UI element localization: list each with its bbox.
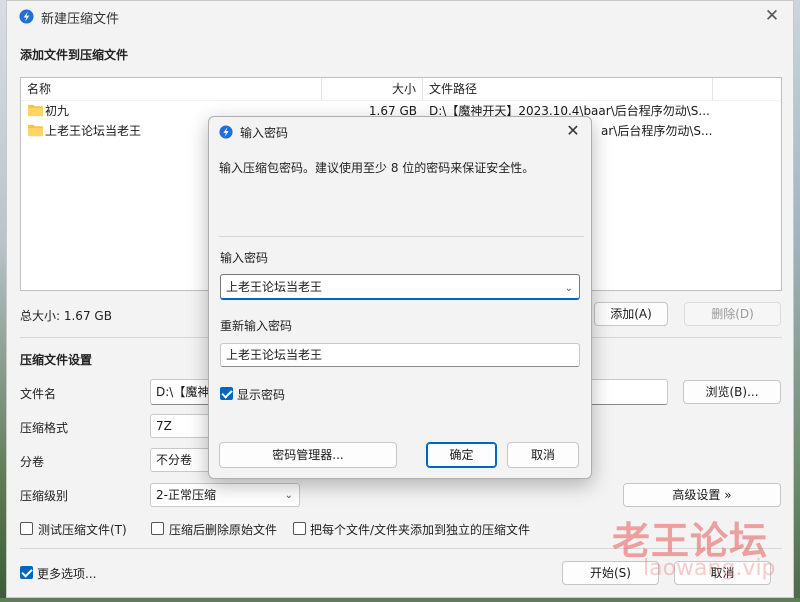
test-archive-label: 测试压缩文件(T) bbox=[38, 523, 127, 537]
volume-select[interactable]: 不分卷 bbox=[150, 448, 210, 472]
total-size: 总大小: 1.67 GB bbox=[20, 309, 112, 323]
volume-label: 分卷 bbox=[20, 455, 45, 469]
dialog-cancel-button[interactable]: 取消 bbox=[507, 442, 579, 468]
browse-button[interactable]: 浏览(B)... bbox=[683, 380, 781, 404]
bandizip-app-icon bbox=[219, 125, 233, 139]
password-label: 输入密码 bbox=[220, 251, 269, 265]
more-options-checkbox[interactable] bbox=[20, 566, 33, 579]
add-button[interactable]: 添加(A) bbox=[594, 302, 668, 326]
folder-icon bbox=[28, 124, 43, 137]
format-value: 7Z bbox=[156, 419, 172, 433]
password-value: 上老王论坛当老王 bbox=[226, 280, 323, 294]
volume-value: 不分卷 bbox=[156, 453, 193, 467]
level-value: 2-正常压缩 bbox=[156, 488, 216, 502]
format-select[interactable]: 7Z bbox=[150, 414, 210, 438]
more-options-label: 更多选项... bbox=[37, 567, 97, 581]
show-password-checkbox[interactable] bbox=[220, 387, 233, 400]
folder-icon bbox=[28, 104, 43, 117]
separate-archives-label: 把每个文件/文件夹添加到独立的压缩文件 bbox=[310, 523, 531, 537]
dialog-title: 输入密码 bbox=[240, 126, 289, 140]
bandizip-app-icon bbox=[19, 9, 34, 24]
filename-label: 文件名 bbox=[20, 387, 57, 401]
password-manager-button[interactable]: 密码管理器... bbox=[219, 442, 397, 468]
level-select[interactable]: 2-正常压缩 ⌄ bbox=[150, 483, 300, 507]
desktop-background-bottom bbox=[0, 598, 800, 602]
column-header-name[interactable]: 名称 bbox=[21, 78, 322, 100]
password-dialog: 输入密码 ✕ 输入压缩包密码。建议使用至少 8 位的密码来保证安全性。 输入密码… bbox=[208, 116, 592, 479]
level-label: 压缩级别 bbox=[20, 489, 69, 503]
watermark-url: laowang.vip bbox=[643, 556, 776, 581]
window-close-button[interactable]: ✕ bbox=[761, 5, 783, 27]
ok-button[interactable]: 确定 bbox=[426, 442, 497, 468]
reenter-password-label: 重新输入密码 bbox=[220, 319, 293, 333]
advanced-settings-button[interactable]: 高级设置 » bbox=[623, 483, 781, 507]
delete-after-label: 压缩后删除原始文件 bbox=[169, 523, 278, 537]
delete-after-checkbox[interactable] bbox=[151, 522, 164, 535]
add-files-section-title: 添加文件到压缩文件 bbox=[20, 48, 129, 62]
show-password-label: 显示密码 bbox=[237, 388, 286, 402]
dialog-close-button[interactable]: ✕ bbox=[563, 121, 583, 140]
dialog-divider bbox=[219, 236, 584, 237]
chevron-down-icon[interactable]: ⌄ bbox=[565, 277, 573, 298]
separate-archives-checkbox[interactable] bbox=[293, 522, 306, 535]
titlebar: 新建压缩文件 ✕ bbox=[7, 1, 793, 33]
delete-button[interactable]: 删除(D) bbox=[684, 302, 781, 326]
dialog-description: 输入压缩包密码。建议使用至少 8 位的密码来保证安全性。 bbox=[219, 161, 535, 175]
chevron-down-icon: ⌄ bbox=[284, 490, 293, 501]
test-archive-checkbox[interactable] bbox=[20, 522, 33, 535]
settings-section-title: 压缩文件设置 bbox=[20, 353, 93, 367]
password-input[interactable]: 上老王论坛当老王 ⌄ bbox=[220, 274, 580, 300]
window-title: 新建压缩文件 bbox=[41, 12, 120, 27]
column-header-path[interactable]: 文件路径 bbox=[423, 78, 713, 100]
format-label: 压缩格式 bbox=[20, 421, 69, 435]
column-header-size[interactable]: 大小 bbox=[322, 78, 423, 100]
desktop-background-right bbox=[794, 0, 800, 602]
reenter-password-input[interactable]: 上老王论坛当老王 bbox=[220, 343, 580, 367]
file-path: ar\后台程序勿动\S... bbox=[601, 124, 713, 138]
